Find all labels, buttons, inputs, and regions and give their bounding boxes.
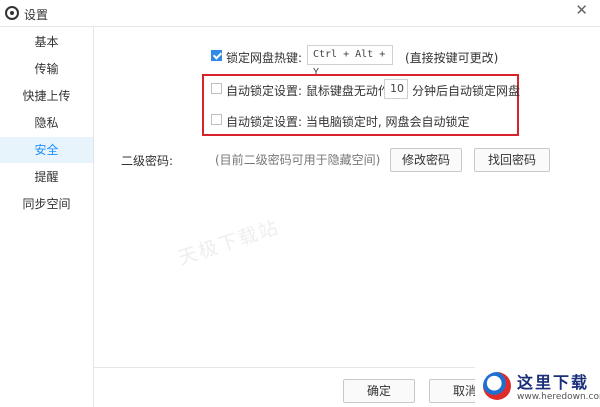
site-logo-name: 这里下载 bbox=[517, 373, 590, 392]
site-logo-url: www.heredown.com bbox=[517, 392, 600, 402]
close-icon[interactable]: ✕ bbox=[575, 2, 588, 18]
hotkey-input[interactable]: Ctrl + Alt + Y bbox=[307, 45, 393, 78]
hotkey-label: 锁定网盘热键: bbox=[226, 51, 303, 65]
auto-lock-idle-checkbox[interactable] bbox=[211, 83, 222, 94]
window-title: 设置 bbox=[24, 8, 49, 22]
modify-password-button[interactable]: 修改密码 bbox=[390, 148, 462, 172]
sidebar-item-privacy[interactable]: 隐私 bbox=[0, 110, 93, 136]
auto-lock-pc-checkbox[interactable] bbox=[211, 114, 222, 125]
second-password-label: 二级密码: bbox=[121, 154, 174, 168]
settings-app-icon bbox=[5, 6, 19, 20]
title-bar: 设置 ✕ bbox=[0, 0, 600, 27]
site-logo: 这里下载 www.heredown.com bbox=[475, 364, 600, 407]
idle-minutes-input[interactable]: 10 bbox=[384, 79, 408, 99]
sidebar-item-transfer[interactable]: 传输 bbox=[0, 56, 93, 82]
auto-lock-idle-label: 自动锁定设置: 鼠标键盘无动作 bbox=[226, 84, 390, 98]
hotkey-checkbox[interactable] bbox=[211, 50, 222, 61]
sidebar-item-security[interactable]: 安全 bbox=[0, 137, 93, 163]
hotkey-hint: (直接按键可更改) bbox=[405, 51, 499, 65]
auto-lock-pc-label: 自动锁定设置: 当电脑锁定时, 网盘会自动锁定 bbox=[226, 115, 470, 129]
settings-sidebar: 基本 传输 快捷上传 隐私 安全 提醒 同步空间 bbox=[0, 27, 94, 407]
sidebar-item-basic[interactable]: 基本 bbox=[0, 29, 93, 55]
security-panel: 锁定网盘热键: Ctrl + Alt + Y (直接按键可更改) 自动锁定设置:… bbox=[94, 27, 600, 407]
site-logo-icon bbox=[483, 372, 511, 400]
sidebar-item-sync-space[interactable]: 同步空间 bbox=[0, 191, 93, 217]
sidebar-item-quick-upload[interactable]: 快捷上传 bbox=[0, 83, 93, 109]
second-password-hint: (目前二级密码可用于隐藏空间) bbox=[215, 153, 381, 167]
auto-lock-idle-suffix: 分钟后自动锁定网盘 bbox=[412, 84, 521, 98]
ok-button[interactable]: 确定 bbox=[343, 379, 415, 403]
sidebar-item-reminder[interactable]: 提醒 bbox=[0, 164, 93, 190]
recover-password-button[interactable]: 找回密码 bbox=[474, 148, 550, 172]
